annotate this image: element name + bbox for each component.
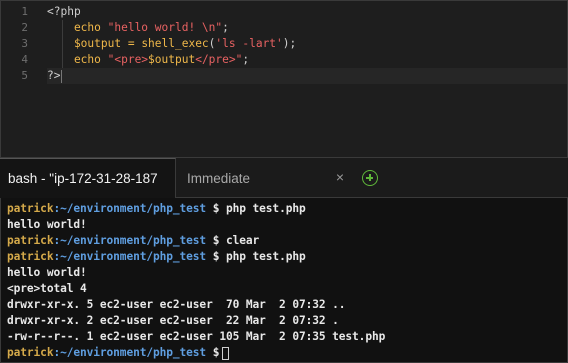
code-token: $output xyxy=(148,53,196,66)
prompt-command: $ xyxy=(206,346,220,359)
code-line[interactable]: $output = shell_exec('ls -lart'); xyxy=(47,36,567,52)
terminal-output-line: drwxr-xr-x. 2 ec2-user ec2-user 22 Mar 2… xyxy=(7,314,339,327)
prompt-command: $ php test.php xyxy=(206,202,306,215)
prompt-path: :~/environment/php_test xyxy=(53,202,207,215)
tab-bash-label: bash - "ip-172-31-28-187. xyxy=(8,171,158,186)
code-area[interactable]: <?php echo "hello world! \n"; $output = … xyxy=(47,4,567,84)
text-cursor xyxy=(61,69,63,83)
terminal-output-line: <pre>total 4 xyxy=(7,282,87,295)
terminal-output-line: -rw-r--r--. 1 ec2-user ec2-user 105 Mar … xyxy=(7,330,386,343)
code-token: ; xyxy=(222,21,229,34)
terminal-output-line: drwxr-xr-x. 5 ec2-user ec2-user 70 Mar 2… xyxy=(7,298,346,311)
prompt-path: :~/environment/php_test xyxy=(53,234,207,247)
tab-bash-terminal[interactable]: bash - "ip-172-31-28-187. xyxy=(0,158,176,198)
code-token: "hello world! \n" xyxy=(107,21,223,34)
terminal-prompt-line: patrick:~/environment/php_test $ clear xyxy=(7,233,567,249)
code-line[interactable]: echo "<pre>$output</pre>"; xyxy=(47,52,567,68)
terminal-prompt-line: patrick:~/environment/php_test $ xyxy=(7,345,567,361)
tab-immediate-label: Immediate xyxy=(187,170,251,186)
code-editor[interactable]: 1 2 3 4 5 <?php echo "hello world! \n"; $out… xyxy=(0,0,568,157)
line-number: 2 xyxy=(21,21,28,34)
code-token: ; xyxy=(242,53,250,66)
close-icon[interactable]: × xyxy=(333,170,347,184)
code-token: shell_exec xyxy=(141,37,209,50)
code-line[interactable]: echo "hello world! \n"; xyxy=(47,20,567,36)
code-token: 'ls -lart' xyxy=(215,37,283,50)
code-token: <?php xyxy=(47,5,81,18)
line-number: 3 xyxy=(21,37,28,50)
code-token: echo xyxy=(47,21,108,34)
terminal-prompt-line: patrick:~/environment/php_test $ php tes… xyxy=(7,249,567,265)
add-tab-icon[interactable] xyxy=(362,170,378,186)
line-number: 4 xyxy=(21,53,28,66)
prompt-user: patrick xyxy=(7,250,54,263)
code-line[interactable]: ?> xyxy=(47,68,567,84)
code-token: ?> xyxy=(47,69,61,82)
prompt-user: patrick xyxy=(7,234,54,247)
line-number-gutter: 1 2 3 4 5 xyxy=(1,4,35,84)
prompt-user: patrick xyxy=(7,346,54,359)
code-token: $output xyxy=(47,37,122,50)
code-line[interactable]: <?php xyxy=(47,4,567,20)
panel-tab-bar: bash - "ip-172-31-28-187. Immediate × xyxy=(0,157,568,198)
terminal-output-line: hello world! xyxy=(7,218,87,231)
tab-immediate[interactable]: Immediate × xyxy=(177,158,355,198)
prompt-path: :~/environment/php_test xyxy=(53,346,207,359)
code-token: </pre>" xyxy=(195,53,243,66)
code-token: ); xyxy=(282,37,297,50)
code-token: "<pre> xyxy=(107,53,149,66)
terminal-prompt-line: patrick:~/environment/php_test $ php tes… xyxy=(7,201,567,217)
prompt-command: $ php test.php xyxy=(206,250,306,263)
terminal-cursor[interactable] xyxy=(222,346,230,360)
line-number: 1 xyxy=(21,5,28,18)
prompt-user: patrick xyxy=(7,202,54,215)
prompt-path: :~/environment/php_test xyxy=(53,250,207,263)
terminal-output-line: hello world! xyxy=(7,266,87,279)
code-token: echo xyxy=(47,53,108,66)
code-token: = xyxy=(121,37,142,50)
line-number: 5 xyxy=(21,69,28,82)
terminal-panel[interactable]: patrick:~/environment/php_test $ php tes… xyxy=(0,198,568,363)
prompt-command: $ clear xyxy=(206,234,260,247)
